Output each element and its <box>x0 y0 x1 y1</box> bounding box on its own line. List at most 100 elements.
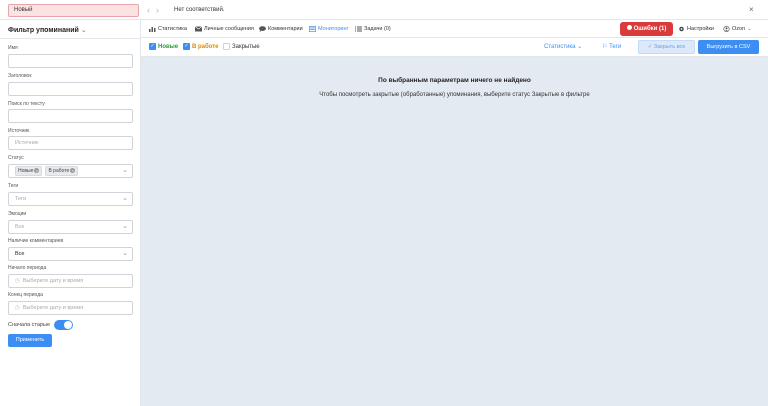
errors-label: Ошибки (1) <box>633 26 667 32</box>
nav-bar: Статистика Личные сообщения Комментарии … <box>141 20 768 38</box>
gear-icon <box>679 26 684 32</box>
list-icon <box>355 26 362 32</box>
source-placeholder: Источник <box>15 140 39 146</box>
user-icon <box>723 26 730 32</box>
nav-item-statistics[interactable]: Статистика <box>149 20 187 38</box>
name-input[interactable] <box>8 54 133 68</box>
close-icon[interactable]: × <box>749 3 754 16</box>
nav-item-label: Мониторинг <box>318 26 349 32</box>
filter-title[interactable]: Фильтр упоминаний ⌄ <box>8 26 87 34</box>
chevron-down-icon: ⌄ <box>747 26 752 32</box>
text-search-input[interactable] <box>8 109 133 123</box>
check-icon: ✓ <box>647 44 653 50</box>
filter-sidebar: Фильтр упоминаний ⌄ Имя Заголовок Поиск п… <box>0 20 141 406</box>
period-end-picker[interactable]: ◷ Выберите дату и время <box>8 301 133 315</box>
close-all-button[interactable]: ✓ Закрыть все <box>638 40 695 54</box>
status-select[interactable]: Новые × В работе × ⌄ <box>8 164 133 178</box>
source-input[interactable]: Источник <box>8 136 133 150</box>
nav-item-comments[interactable]: Комментарии <box>259 20 303 38</box>
tags-placeholder: Теги <box>15 196 27 202</box>
text-search-label: Поиск по тексту <box>8 101 45 107</box>
chevron-down-icon: ⌄ <box>122 250 128 257</box>
name-label: Имя <box>8 45 18 51</box>
settings-menu[interactable]: Настройки <box>678 20 714 38</box>
oldest-first-label: Сначала старые <box>8 322 51 328</box>
title-input[interactable] <box>8 82 133 96</box>
closed-status-label: Закрытые <box>232 43 260 50</box>
comments-select[interactable]: Все ⌄ <box>8 247 133 261</box>
nav-item-label: Комментарии <box>268 26 303 32</box>
alert-icon <box>626 24 632 30</box>
main-content: Статистика Личные сообщения Комментарии … <box>141 20 768 406</box>
oldest-first-toggle[interactable] <box>54 320 73 330</box>
apply-button[interactable]: Применить <box>8 334 52 347</box>
status-tag-label: Новые <box>18 168 34 174</box>
chevron-down-icon: ⌄ <box>80 27 87 34</box>
new-status-checkbox[interactable]: ✓ Новые <box>149 43 178 50</box>
checkbox-checked-icon: ✓ <box>149 43 156 50</box>
period-start-label: Начало периода <box>8 265 47 271</box>
chevron-down-icon: ⌄ <box>122 223 128 230</box>
filter-title-text: Фильтр упоминаний <box>8 27 79 34</box>
nav-item-monitoring[interactable]: Мониторинг <box>309 20 349 38</box>
emotions-select[interactable]: Все ⌄ <box>8 220 133 234</box>
nav-item-label: Личные сообщения <box>204 26 254 32</box>
export-csv-button[interactable]: Выгрузить в CSV <box>698 40 759 54</box>
bookmark-icon: ⚐ <box>602 44 608 50</box>
forward-arrow-icon[interactable]: › <box>156 4 159 16</box>
nav-item-label: Статистика <box>158 26 187 32</box>
status-tag-new: Новые × <box>15 166 43 176</box>
status-tag-work: В работе × <box>45 166 79 176</box>
period-start-placeholder: Выберите дату и время <box>22 278 84 284</box>
errors-button[interactable]: Ошибки (1) <box>620 22 673 36</box>
chevron-down-icon: ⌄ <box>122 167 128 174</box>
status-filter-bar: ✓ Новые ✓ В работе Закрытые Статистика ⌄ ⚐… <box>141 38 768 57</box>
remove-tag-icon[interactable]: × <box>70 168 76 173</box>
comment-icon <box>259 26 266 32</box>
nav-item-tasks[interactable]: Задачи (0) <box>355 20 391 38</box>
comments-label: Наличие комментариев <box>8 238 64 244</box>
new-item-input[interactable]: Новый <box>8 4 139 17</box>
back-arrow-icon[interactable]: ‹ <box>147 4 150 16</box>
settings-label: Настройки <box>687 26 714 32</box>
user-menu[interactable]: Ozon ⌄ <box>723 20 752 38</box>
statistics-dropdown[interactable]: Статистика ⌄ <box>544 43 582 50</box>
top-bar: Новый ‹ › Нет соответствий. × <box>0 0 768 20</box>
nav-item-label: Задачи (0) <box>364 26 391 32</box>
clock-icon: ◷ <box>15 305 20 311</box>
nav-item-messages[interactable]: Личные сообщения <box>195 20 254 38</box>
title-label: Заголовок <box>8 73 32 79</box>
checkbox-checked-icon: ✓ <box>183 43 190 50</box>
emotions-label: Эмоции <box>8 211 27 217</box>
no-match-text: Нет соответствий. <box>174 7 225 13</box>
tags-select[interactable]: Теги ⌄ <box>8 192 133 206</box>
chart-icon <box>149 27 156 32</box>
chevron-down-icon: ⌄ <box>577 44 583 50</box>
clock-icon: ◷ <box>15 278 20 284</box>
work-status-label: В работе <box>192 43 219 50</box>
history-arrows: ‹ › <box>147 4 159 16</box>
period-start-picker[interactable]: ◷ Выберите дату и время <box>8 274 133 288</box>
period-end-placeholder: Выберите дату и время <box>22 305 84 311</box>
tags-link[interactable]: ⚐ Теги <box>602 43 621 50</box>
empty-state-title: По выбранным параметрам ничего не найден… <box>378 77 531 84</box>
checkbox-empty-icon <box>223 43 230 50</box>
closed-status-checkbox[interactable]: Закрытые <box>223 43 260 50</box>
period-end-label: Конец периода <box>8 292 43 298</box>
comments-value: Все <box>15 251 25 257</box>
remove-tag-icon[interactable]: × <box>34 168 40 173</box>
chevron-down-icon: ⌄ <box>122 195 128 202</box>
envelope-icon <box>195 26 202 32</box>
work-status-checkbox[interactable]: ✓ В работе <box>183 43 219 50</box>
source-label: Источник <box>8 128 30 134</box>
user-label: Ozon <box>732 26 746 32</box>
close-all-label: Закрыть все <box>653 44 686 50</box>
sidebar-divider <box>0 38 140 39</box>
tags-label: Теги <box>8 183 19 189</box>
new-status-label: Новые <box>158 43 179 50</box>
toggle-knob <box>64 321 72 329</box>
status-label: Статус <box>8 155 24 161</box>
status-tag-label: В работе <box>48 168 70 174</box>
monitor-icon <box>309 26 316 32</box>
empty-state-description: Чтобы посмотреть закрытые (обработанные)… <box>319 92 590 98</box>
